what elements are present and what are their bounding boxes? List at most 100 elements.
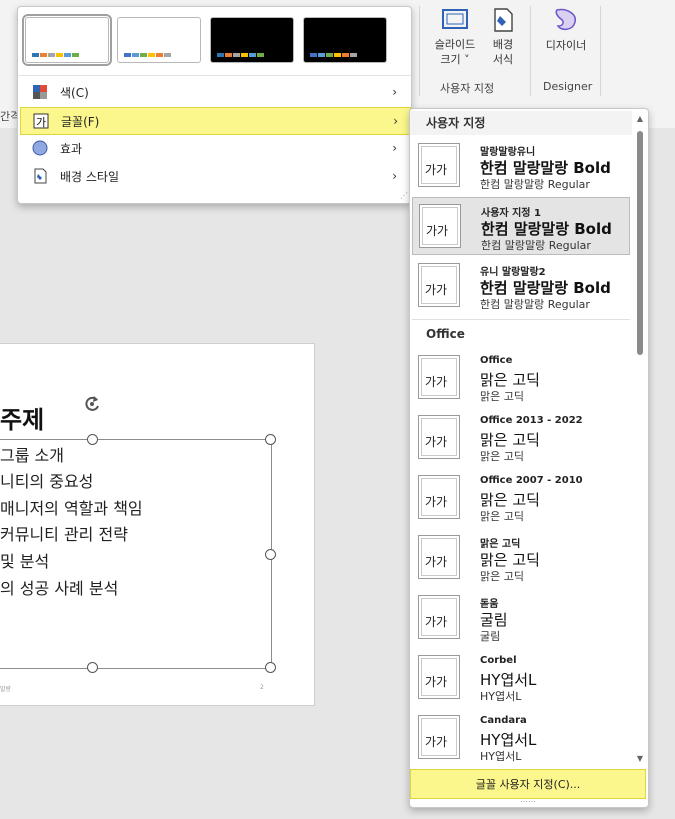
swatch-color-bars bbox=[32, 53, 79, 57]
font-preview-thumbnail: 가가 bbox=[418, 355, 460, 399]
swatch-color-bar bbox=[132, 53, 139, 57]
resize-handle[interactable] bbox=[265, 662, 276, 673]
thumbnail-text: 가가 bbox=[425, 555, 448, 569]
variants-menu: 색(C) › 가 글꼴(F) › 효과 › 배경 스타일 › ⋰ bbox=[17, 6, 412, 204]
font-preview-thumbnail: 가가 bbox=[418, 595, 460, 639]
resize-handle[interactable] bbox=[265, 434, 276, 445]
swatch-color-bar bbox=[241, 53, 248, 57]
swatch-color-bar bbox=[342, 53, 349, 57]
swatch-color-bar bbox=[257, 53, 264, 57]
menu-item-fonts[interactable]: 가 글꼴(F) › bbox=[20, 107, 411, 135]
menu-item-colors[interactable]: 색(C) › bbox=[20, 79, 409, 105]
designer-button[interactable]: 디자이너 bbox=[538, 6, 594, 60]
resize-handle[interactable] bbox=[265, 549, 276, 560]
swatch-color-bar bbox=[148, 53, 155, 57]
heading-font: 한컴 말랑말랑 Bold bbox=[481, 220, 612, 238]
body-font: 굴림 bbox=[480, 630, 501, 643]
background-format-icon bbox=[494, 8, 513, 32]
body-font: HY엽서L bbox=[480, 750, 522, 763]
heading-font: 맑은 고딕 bbox=[480, 371, 540, 389]
font-theme-name: Office 2007 - 2010 bbox=[480, 475, 583, 486]
font-preview-thumbnail: 가가 bbox=[418, 415, 460, 459]
body-font: 한컴 말랑말랑 Regular bbox=[481, 239, 591, 252]
fonts-gallery: 사용자 지정 가가 말랑말랑유니 한컴 말랑말랑 Bold 한컴 말랑말랑 Re… bbox=[409, 108, 649, 808]
variant-swatch[interactable] bbox=[303, 17, 387, 63]
swatch-color-bar bbox=[72, 53, 79, 57]
variant-swatch[interactable] bbox=[22, 14, 112, 66]
effects-icon bbox=[32, 140, 48, 156]
slide-size-button[interactable]: 슬라이드 크기 ˅ bbox=[426, 6, 484, 70]
chevron-right-icon: › bbox=[392, 85, 397, 99]
slide-title[interactable]: 주제 bbox=[0, 400, 44, 435]
thumbnail-text: 가가 bbox=[425, 495, 448, 509]
chevron-right-icon: › bbox=[393, 114, 398, 128]
rotate-handle-icon[interactable] bbox=[82, 394, 102, 414]
scroll-up-arrow-icon[interactable]: ▲ bbox=[634, 113, 646, 125]
font-preview-thumbnail: 가가 bbox=[419, 204, 461, 248]
font-theme-item[interactable]: 가가 Office 2013 - 2022 맑은 고딕 맑은 고딕 bbox=[412, 409, 630, 467]
thumbnail-text: 가가 bbox=[425, 675, 448, 689]
slide-size-icon bbox=[442, 9, 468, 29]
section-divider bbox=[412, 319, 630, 320]
scroll-down-arrow-icon[interactable]: ▼ bbox=[634, 753, 646, 765]
swatch-color-bar bbox=[164, 53, 171, 57]
swatch-color-bars bbox=[310, 53, 357, 57]
heading-font: 한컴 말랑말랑 Bold bbox=[480, 159, 611, 177]
font-preview-thumbnail: 가가 bbox=[418, 475, 460, 519]
swatch-color-bar bbox=[56, 53, 63, 57]
customize-group-label: 사용자 지정 bbox=[440, 82, 495, 95]
menu-item-label: 글꼴(F) bbox=[61, 114, 100, 129]
resize-grip-icon[interactable]: ⋰ bbox=[400, 191, 408, 200]
heading-font: HY엽서L bbox=[480, 671, 537, 689]
menu-item-label: 색(C) bbox=[60, 85, 89, 100]
swatch-color-bar bbox=[156, 53, 163, 57]
thumbnail-text: 가가 bbox=[425, 435, 448, 449]
thumbnail-text: 가가 bbox=[425, 615, 448, 629]
menu-item-background-styles[interactable]: 배경 스타일 › bbox=[20, 163, 409, 189]
variant-swatch[interactable] bbox=[117, 17, 201, 63]
body-font: 맑은 고딕 bbox=[480, 450, 524, 463]
customize-fonts-button[interactable]: 글꼴 사용자 지정(C)... bbox=[410, 769, 646, 799]
body-font: 맑은 고딕 bbox=[480, 570, 524, 583]
heading-font: HY엽서L bbox=[480, 731, 537, 749]
variant-swatch-row bbox=[18, 7, 411, 76]
ribbon-separator bbox=[600, 6, 601, 96]
font-theme-item[interactable]: 가가 Office 2007 - 2010 맑은 고딕 맑은 고딕 bbox=[412, 469, 630, 527]
swatch-color-bar bbox=[140, 53, 147, 57]
background-style-icon bbox=[32, 168, 48, 184]
heading-font: 맑은 고딕 bbox=[480, 491, 540, 509]
font-preview-thumbnail: 가가 bbox=[418, 655, 460, 699]
menu-item-label: 배경 스타일 bbox=[60, 169, 120, 184]
scrollbar[interactable]: ▲ ▼ bbox=[634, 109, 646, 769]
thumbnail-text: 가가 bbox=[425, 375, 448, 389]
font-theme-item[interactable]: 가가 Office 맑은 고딕 맑은 고딕 bbox=[412, 349, 630, 407]
font-theme-name: 유니 말랑말랑2 bbox=[480, 267, 546, 278]
font-theme-item[interactable]: 가가 돋움 굴림 굴림 bbox=[412, 589, 630, 647]
font-theme-item[interactable]: 가가 맑은 고딕 맑은 고딕 맑은 고딕 bbox=[412, 529, 630, 587]
swatch-color-bars bbox=[217, 53, 264, 57]
font-theme-item[interactable]: 가가 말랑말랑유니 한컴 말랑말랑 Bold 한컴 말랑말랑 Regular bbox=[412, 137, 630, 195]
font-theme-name: Office bbox=[480, 355, 513, 366]
font-theme-item[interactable]: 가가 Candara HY엽서L HY엽서L bbox=[412, 709, 630, 767]
font-theme-name: Candara bbox=[480, 715, 527, 726]
chevron-right-icon: › bbox=[392, 141, 397, 155]
variant-swatch[interactable] bbox=[210, 17, 294, 63]
resize-handle[interactable] bbox=[87, 434, 98, 445]
menu-item-effects[interactable]: 효과 › bbox=[20, 135, 409, 161]
heading-font: 한컴 말랑말랑 Bold bbox=[480, 279, 611, 297]
selected-textbox[interactable] bbox=[0, 439, 272, 669]
customize-fonts-label: 글꼴 사용자 지정(C)... bbox=[475, 778, 581, 791]
font-theme-item[interactable]: 가가 유니 말랑말랑2 한컴 말랑말랑 Bold 한컴 말랑말랑 Regular bbox=[412, 257, 630, 315]
swatch-color-bar bbox=[32, 53, 39, 57]
thumbnail-text: 가가 bbox=[425, 283, 448, 297]
thumbnail-text: 가가 bbox=[425, 163, 448, 177]
resize-handle[interactable] bbox=[87, 662, 98, 673]
scrollbar-thumb[interactable] bbox=[637, 131, 643, 355]
font-theme-item[interactable]: 가가 Corbel HY엽서L HY엽서L bbox=[412, 649, 630, 707]
font-theme-name: 말랑말랑유니 bbox=[480, 147, 536, 158]
font-theme-name: 맑은 고딕 bbox=[480, 539, 521, 550]
font-theme-item[interactable]: 가가 사용자 지정 1 한컴 말랑말랑 Bold 한컴 말랑말랑 Regular bbox=[412, 197, 630, 255]
background-format-label: 배경 서식 bbox=[492, 38, 514, 66]
resize-grip-icon[interactable]: ⋯⋯ bbox=[520, 797, 536, 806]
background-format-button[interactable]: 배경 서식 bbox=[485, 6, 521, 70]
